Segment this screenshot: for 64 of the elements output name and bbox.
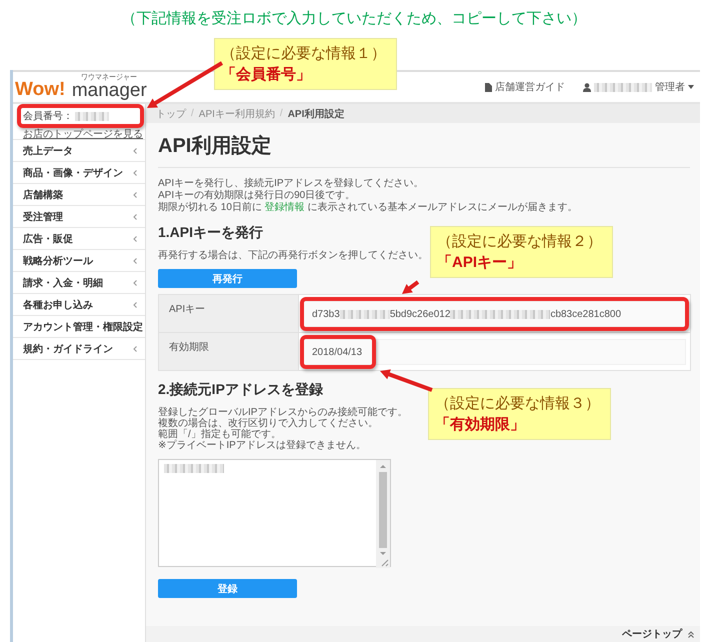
callout-label: 「有効期限」 bbox=[435, 415, 525, 435]
table-value: cb83ce281c800 bbox=[550, 308, 622, 320]
chevron-icon bbox=[133, 346, 137, 352]
sidebar-item[interactable]: 規約・ガイドライン bbox=[13, 338, 145, 360]
sidebar-item[interactable]: 広告・販促 bbox=[13, 228, 145, 250]
table-value: 2018/04/13 bbox=[312, 346, 362, 358]
section-heading: 1.APIキーを発行 bbox=[158, 224, 264, 242]
breadcrumb-separator: / bbox=[191, 108, 194, 119]
instruction-text: 再発行する場合は、下記の再発行ボタンを押してください。 bbox=[158, 250, 428, 262]
guide-link-text: 店舗運営ガイド bbox=[495, 80, 565, 94]
chevron-icon bbox=[133, 192, 137, 198]
guide-link[interactable]: 店舗運営ガイド bbox=[484, 80, 565, 94]
chevron-icon bbox=[133, 170, 137, 176]
chevron-icon bbox=[133, 214, 137, 220]
table-label: APIキー bbox=[159, 295, 299, 332]
logo-ruby-text: ワウマネージャー bbox=[81, 74, 138, 82]
instruction-text: 範囲「/」指定も可能です。 bbox=[158, 429, 281, 440]
table-value: d73b3 bbox=[312, 308, 340, 320]
member-number-label: 会員番号： bbox=[23, 110, 73, 123]
sidebar-item[interactable]: 請求・入金・明細 bbox=[13, 272, 145, 294]
logo-text: Wow! bbox=[15, 80, 66, 100]
callout-title: （設定に必要な情報１） bbox=[221, 44, 386, 64]
table-label: 有効期限 bbox=[159, 333, 299, 370]
breadcrumb-item: API利用設定 bbox=[288, 107, 344, 120]
section-heading: 2.接続元IPアドレスを登録 bbox=[158, 381, 323, 399]
logo-text: manager bbox=[72, 82, 147, 100]
description-text: 期限が切れる 10日前に 登録情報 に表示されている基本メールアドレスにメールが届きます。 bbox=[158, 202, 578, 214]
shop-top-link[interactable]: お店のトップページを見る bbox=[23, 129, 143, 140]
document-icon bbox=[484, 82, 492, 92]
description-text: APIキーを発行し、接続元IPアドレスを登録してください。 bbox=[158, 178, 424, 190]
instruction-text: 登録したグローバルIPアドレスからのみ接続可能です。 bbox=[158, 407, 408, 418]
ip-address-field[interactable] bbox=[158, 459, 391, 567]
person-icon bbox=[583, 82, 591, 92]
chevron-icon bbox=[133, 258, 137, 264]
sidebar-item[interactable]: 受注管理 bbox=[13, 206, 145, 228]
caret-icon bbox=[688, 85, 694, 89]
table-value: 5bd9c26e012 bbox=[390, 308, 450, 320]
sidebar-item[interactable]: 各種お申し込み bbox=[13, 294, 145, 316]
callout-title: （設定に必要な情報２） bbox=[437, 232, 602, 252]
chevron-icon bbox=[133, 302, 137, 308]
description-text: APIキーの有効期限は発行日の90日後です。 bbox=[158, 190, 356, 202]
sidebar-item[interactable]: 商品・画像・デザイン bbox=[13, 162, 145, 184]
sidebar-item[interactable]: 売上データ bbox=[13, 140, 145, 162]
sidebar-item[interactable]: 戦略分析ツール bbox=[13, 250, 145, 272]
page-title: API利用設定 bbox=[158, 134, 272, 159]
user-role: 管理者 bbox=[655, 80, 685, 94]
chevron-icon bbox=[133, 148, 137, 154]
chevron-icon bbox=[133, 280, 137, 286]
chevron-icon bbox=[133, 236, 137, 242]
sidebar-item[interactable]: 店舗構築 bbox=[13, 184, 145, 206]
double-chevron-up-icon bbox=[688, 630, 694, 638]
blurred-text bbox=[340, 310, 390, 318]
blurred-text bbox=[594, 82, 652, 92]
page-top-link[interactable]: ページトップ bbox=[622, 627, 694, 641]
instruction-text: ※プライベートIPアドレスは登録できません。 bbox=[158, 440, 366, 451]
blurred-text bbox=[75, 112, 109, 120]
blurred-text bbox=[164, 464, 224, 473]
instruction-caption: （下記情報を受注ロボで入力していただくため、コピーして下さい） bbox=[120, 9, 588, 29]
callout-label: 「APIキー」 bbox=[437, 253, 522, 273]
user-menu[interactable]: 管理者 bbox=[583, 80, 694, 94]
callout-title: （設定に必要な情報３） bbox=[435, 394, 600, 414]
breadcrumb-separator: / bbox=[280, 108, 283, 119]
instruction-text: 複数の場合は、改行区切りで入力してください。 bbox=[158, 418, 378, 429]
callout-label: 「会員番号」 bbox=[221, 65, 311, 85]
